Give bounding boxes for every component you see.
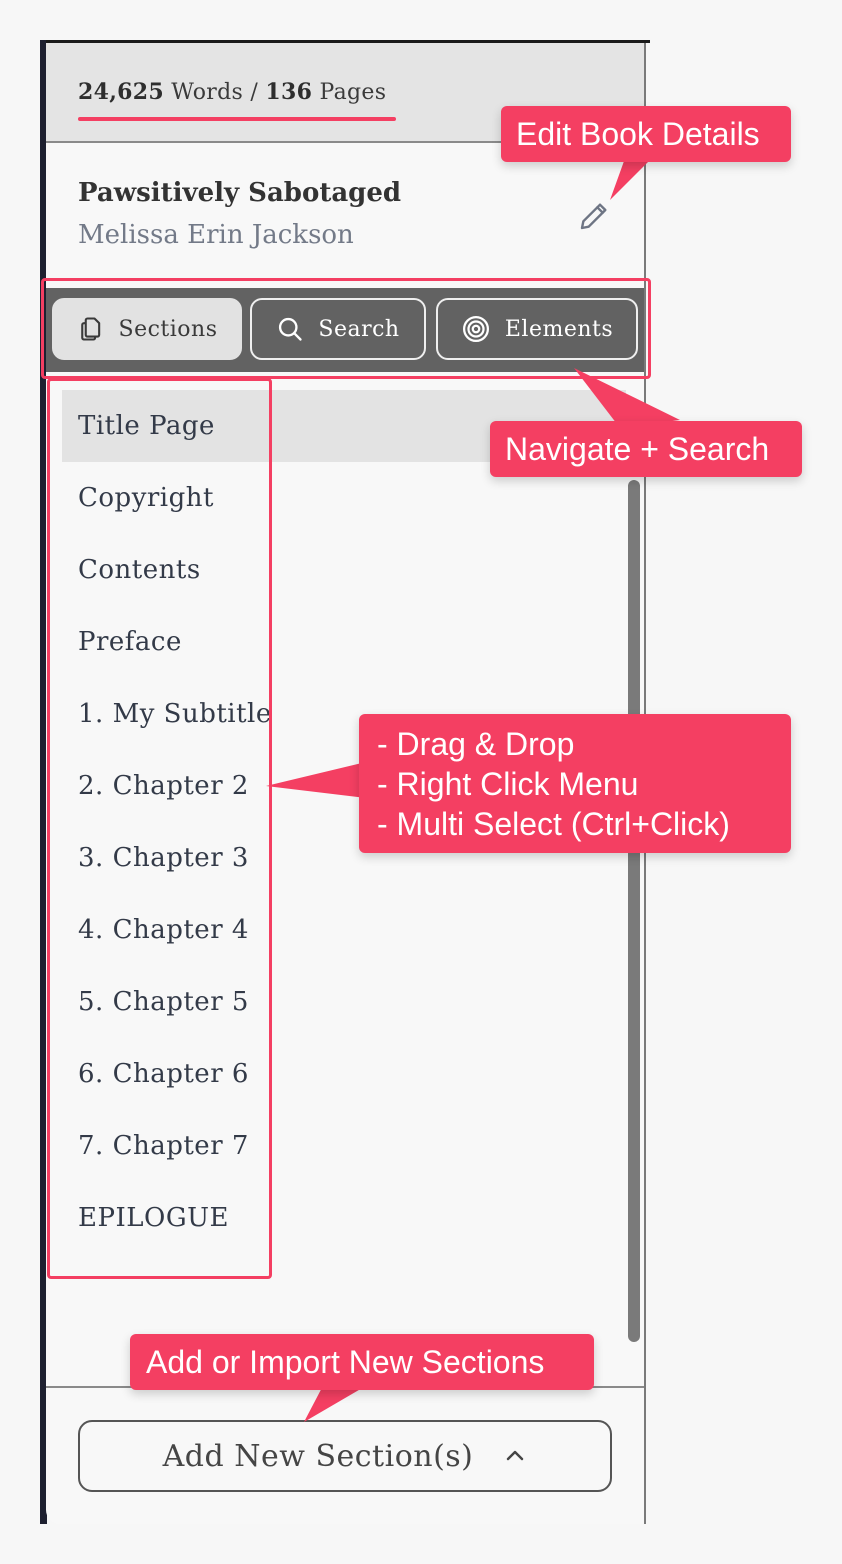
section-list-scrollbar[interactable] [628,480,640,1342]
list-features-callout: - Drag & Drop - Right Click Menu - Multi… [359,714,791,853]
add-import-callout-text: Add or Import New Sections [146,1344,545,1380]
page-count-value: 136 [265,79,313,105]
pencil-icon [580,203,607,230]
navigate-search-callout: Navigate + Search [490,421,802,477]
stats-separator: / [250,80,259,105]
word-page-count: 24,625 Words / 136 Pages [78,79,386,105]
word-count-value: 24,625 [78,79,164,105]
edit-book-details-callout-text: Edit Book Details [516,116,760,152]
list-features-line-2: - Right Click Menu [377,766,639,802]
tabbar-highlight-box [41,278,651,379]
edit-book-details-callout: Edit Book Details [501,106,791,162]
add-import-callout: Add or Import New Sections [130,1334,594,1390]
stats-highlight-underline [78,117,396,121]
navigate-search-callout-text: Navigate + Search [505,431,770,467]
add-new-section-button[interactable]: Add New Section(s) [78,1420,612,1492]
add-new-section-label: Add New Section(s) [162,1438,474,1474]
list-features-line-1: - Drag & Drop [377,726,575,762]
list-callout-tail [266,762,366,798]
panel-top-border [46,40,650,43]
page-count-label: Pages [319,80,387,105]
word-count-label: Words [171,80,244,105]
edit-book-details-button[interactable] [576,198,612,234]
navigate-callout-tail [574,368,680,428]
book-author: Melissa Erin Jackson [78,220,354,250]
book-title: Pawsitively Sabotaged [78,178,402,208]
section-list-highlight-box [47,378,272,1279]
list-features-line-3: - Multi Select (Ctrl+Click) [377,806,730,842]
chevron-up-icon [507,1450,524,1461]
